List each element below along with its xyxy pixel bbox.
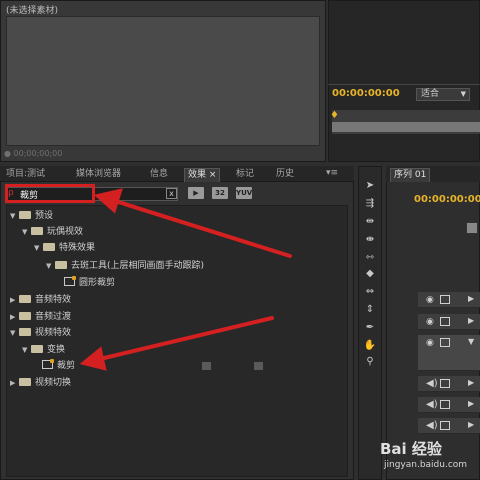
yuv-effects-badge[interactable]: YUV <box>236 187 252 199</box>
tree-item-video-effects[interactable]: ▼ 视频特效 <box>10 326 71 340</box>
timeline-timecode[interactable]: 00:00:00:00 <box>414 194 480 205</box>
folder-icon <box>19 378 31 386</box>
expand-right-icon[interactable]: ▶ <box>10 376 19 390</box>
tab-close-icon[interactable]: × <box>209 170 217 180</box>
speaker-icon[interactable]: ◀) <box>426 420 438 431</box>
tab-media-browser[interactable]: 媒体浏览器 <box>76 168 121 182</box>
speaker-icon[interactable]: ◀) <box>426 399 438 410</box>
slip-tool-icon[interactable]: ⇔ <box>362 284 378 299</box>
video-track-2[interactable]: ◉ ▶ <box>418 314 480 330</box>
tab-sequence[interactable]: 序列 01 <box>390 168 431 182</box>
fit-dropdown[interactable]: 适合 ▼ <box>416 88 470 101</box>
expand-down-icon[interactable]: ▼ <box>46 259 55 273</box>
folder-icon <box>19 211 31 219</box>
slide-tool-icon[interactable]: ⇕ <box>362 302 378 317</box>
pen-tool-icon[interactable]: ✒ <box>362 320 378 335</box>
tab-project[interactable]: 项目:测试 <box>6 168 45 182</box>
tree-item-audio-effects[interactable]: ▶ 音频特效 <box>10 293 71 307</box>
32bit-effects-badge[interactable]: 32 <box>212 187 228 199</box>
video-track-1[interactable]: ◉ ▼ <box>418 335 480 371</box>
program-timecode[interactable]: 00:00:00:00 <box>332 88 400 99</box>
folder-icon <box>43 243 55 251</box>
yuv-flag-icon <box>254 362 263 370</box>
expand-right-icon[interactable]: ▶ <box>468 316 474 325</box>
expand-down-icon[interactable]: ▼ <box>22 343 31 357</box>
video-track-3[interactable]: ◉ ▶ <box>418 292 480 308</box>
audio-track-3[interactable]: ◀) ▶ <box>418 418 480 434</box>
folder-icon <box>19 328 31 336</box>
tree-item-transform[interactable]: ▼ 变换 <box>22 343 65 357</box>
program-monitor-divider <box>328 84 480 85</box>
watermark-url: jingyan.baidu.com <box>384 460 468 470</box>
playhead-icon[interactable]: ♦ <box>330 110 339 121</box>
rate-stretch-tool-icon[interactable]: ⇿ <box>362 250 378 265</box>
track-lock-icon[interactable] <box>440 338 450 347</box>
track-select-tool-icon[interactable]: ⇶ <box>362 196 378 211</box>
accelerated-flag-icon <box>202 362 211 370</box>
tree-item-presets[interactable]: ▼ 预设 <box>10 209 53 223</box>
tab-history[interactable]: 历史 <box>276 168 294 182</box>
source-monitor-title: (未选择素材) <box>6 6 59 16</box>
zoom-tool-icon[interactable]: ⚲ <box>362 354 378 369</box>
folder-icon <box>55 261 67 269</box>
expand-right-icon[interactable]: ▶ <box>468 294 474 303</box>
expand-right-icon[interactable]: ▶ <box>468 399 474 408</box>
tab-info[interactable]: 信息 <box>150 168 168 182</box>
folder-icon <box>31 227 43 235</box>
track-lock-icon[interactable] <box>440 421 450 430</box>
tree-item-spot-tool[interactable]: ▼ 去斑工具(上层相同画面手动跟踪) <box>46 259 204 273</box>
watermark-logo: Bai 经验 <box>380 440 442 458</box>
track-lock-icon[interactable] <box>440 400 450 409</box>
ripple-edit-tool-icon[interactable]: ⇹ <box>362 214 378 229</box>
effect-icon <box>42 359 54 369</box>
expand-down-icon[interactable]: ▼ <box>10 326 19 340</box>
track-lock-icon[interactable] <box>440 317 450 326</box>
program-monitor-panel <box>328 0 480 162</box>
tree-item-special-effects[interactable]: ▼ 特殊效果 <box>34 241 95 255</box>
effect-preset-icon <box>64 276 76 286</box>
tab-markers[interactable]: 标记 <box>236 168 254 182</box>
expand-down-icon[interactable]: ▼ <box>10 209 19 223</box>
eye-icon[interactable]: ◉ <box>426 317 434 327</box>
expand-right-icon[interactable]: ▶ <box>468 420 474 429</box>
hand-tool-icon[interactable]: ✋ <box>362 338 378 353</box>
source-timecode: ● 00;00;00;00 <box>4 149 63 158</box>
chevron-down-icon: ▼ <box>460 90 466 98</box>
tree-item-circle-crop[interactable]: 圆形裁剪 <box>64 276 115 290</box>
tree-item-crop[interactable]: 裁剪 <box>42 359 75 373</box>
playhead-dot-icon: ● <box>4 149 14 158</box>
folder-icon <box>19 295 31 303</box>
zoom-scrollbar[interactable] <box>332 122 480 132</box>
expand-right-icon[interactable]: ▶ <box>10 310 19 324</box>
speaker-icon[interactable]: ◀) <box>426 378 438 389</box>
expand-down-icon[interactable]: ▼ <box>34 241 43 255</box>
panel-menu-icon[interactable]: ▾≡ <box>326 168 338 178</box>
audio-track-1[interactable]: ◀) ▶ <box>418 376 480 392</box>
source-monitor-view <box>6 16 320 146</box>
audio-track-2[interactable]: ◀) ▶ <box>418 397 480 413</box>
track-lock-icon[interactable] <box>440 379 450 388</box>
rolling-edit-tool-icon[interactable]: ⇼ <box>362 232 378 247</box>
tree-item-audio-transitions[interactable]: ▶ 音频过渡 <box>10 310 71 324</box>
expand-right-icon[interactable]: ▶ <box>468 378 474 387</box>
accelerated-effects-icon[interactable]: ▶ <box>188 187 204 199</box>
folder-icon <box>31 345 43 353</box>
tab-effects[interactable]: 效果 × <box>184 168 221 182</box>
expand-down-icon[interactable]: ▼ <box>468 337 474 346</box>
eye-icon[interactable]: ◉ <box>426 338 434 348</box>
selection-tool-icon[interactable]: ➤ <box>362 178 378 193</box>
eye-icon[interactable]: ◉ <box>426 295 434 305</box>
folder-icon <box>19 312 31 320</box>
annotation-highlight-box <box>5 184 95 203</box>
search-clear-button[interactable]: x <box>166 188 177 199</box>
tree-item-video-transitions[interactable]: ▶ 视频切换 <box>10 376 71 390</box>
snap-icon[interactable] <box>466 222 478 234</box>
track-lock-icon[interactable] <box>440 295 450 304</box>
expand-down-icon[interactable]: ▼ <box>22 225 31 239</box>
razor-tool-icon[interactable]: ◆ <box>362 266 378 281</box>
tree-item-doll-effects[interactable]: ▼ 玩偶视效 <box>22 225 83 239</box>
expand-right-icon[interactable]: ▶ <box>10 293 19 307</box>
program-time-ruler[interactable] <box>332 110 480 134</box>
panel-tab-bar <box>0 166 354 182</box>
